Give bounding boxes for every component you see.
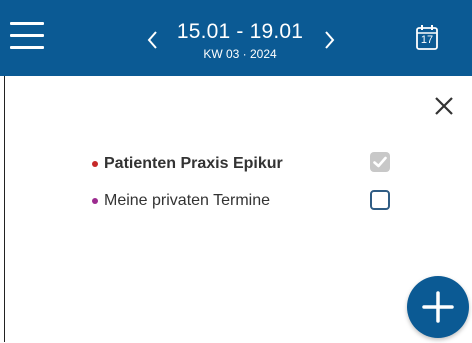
close-button[interactable] [432, 94, 456, 118]
calendar-color-dot [92, 198, 98, 204]
add-appointment-button[interactable] [407, 276, 469, 338]
menu-button[interactable] [10, 20, 44, 52]
next-week-button[interactable] [322, 26, 338, 54]
calendar-color-dot [92, 161, 98, 167]
date-range: 15.01 - 19.01 [176, 20, 304, 43]
today-calendar-button[interactable]: 17 [414, 23, 440, 53]
previous-week-button[interactable] [144, 26, 160, 54]
checkmark-icon [373, 156, 387, 168]
calendar-row-private: Meine privaten Termine [92, 189, 270, 213]
chevron-left-icon [147, 31, 157, 49]
calendar-label: Patienten Praxis Epikur [104, 155, 283, 172]
calendar-label: Meine privaten Termine [104, 192, 271, 209]
week-display: 15.01 - 19.01 KW 03 · 2024 [172, 20, 308, 62]
close-icon [435, 97, 453, 115]
divider-line [4, 76, 5, 342]
calendar-day-number: 17 [420, 34, 434, 46]
checkbox-private-termine[interactable] [370, 190, 390, 210]
chevron-right-icon [325, 31, 335, 49]
plus-icon [422, 291, 454, 323]
checkbox-patienten-praxis[interactable] [370, 152, 390, 172]
calendar-row-patienten: Patienten Praxis Epikur [92, 152, 283, 176]
week-label: KW 03 · 2024 [203, 47, 277, 61]
top-app-bar: 15.01 - 19.01 KW 03 · 2024 17 [0, 0, 472, 76]
